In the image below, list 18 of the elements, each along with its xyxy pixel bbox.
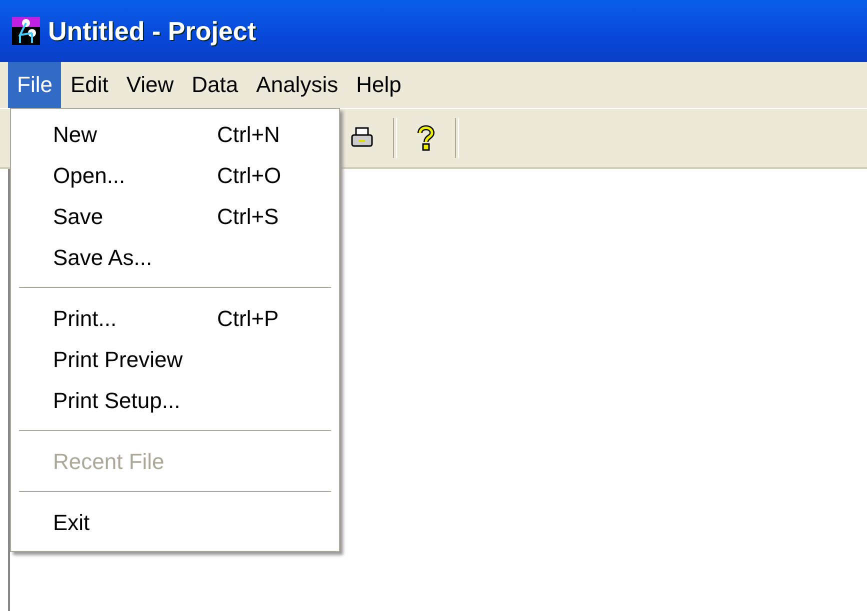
menu-item[interactable]: File [8,62,62,108]
window-title: Untitled - Project [48,16,256,46]
menu-item[interactable]: Edit [61,62,118,108]
help-icon [416,125,436,151]
menu-entry[interactable]: Save As... [11,237,339,278]
menu-entry[interactable]: Print... Ctrl+P [11,298,339,339]
menu-entry[interactable]: Print Preview [11,339,339,380]
menu-item[interactable]: Analysis [247,62,348,108]
app-icon [12,17,40,45]
menu-item[interactable]: Help [347,62,410,108]
menu-entry[interactable]: Open... Ctrl+O [11,155,339,196]
menu-item[interactable]: Data [182,62,248,108]
menu-entry[interactable]: Exit [11,502,339,543]
menu-item[interactable]: View [117,62,183,108]
printer-icon [350,126,374,150]
menu-entry[interactable]: Print Setup... [11,380,339,421]
menu-entry[interactable]: New Ctrl+N [11,114,339,155]
menu-entry[interactable]: Save Ctrl+S [11,196,339,237]
